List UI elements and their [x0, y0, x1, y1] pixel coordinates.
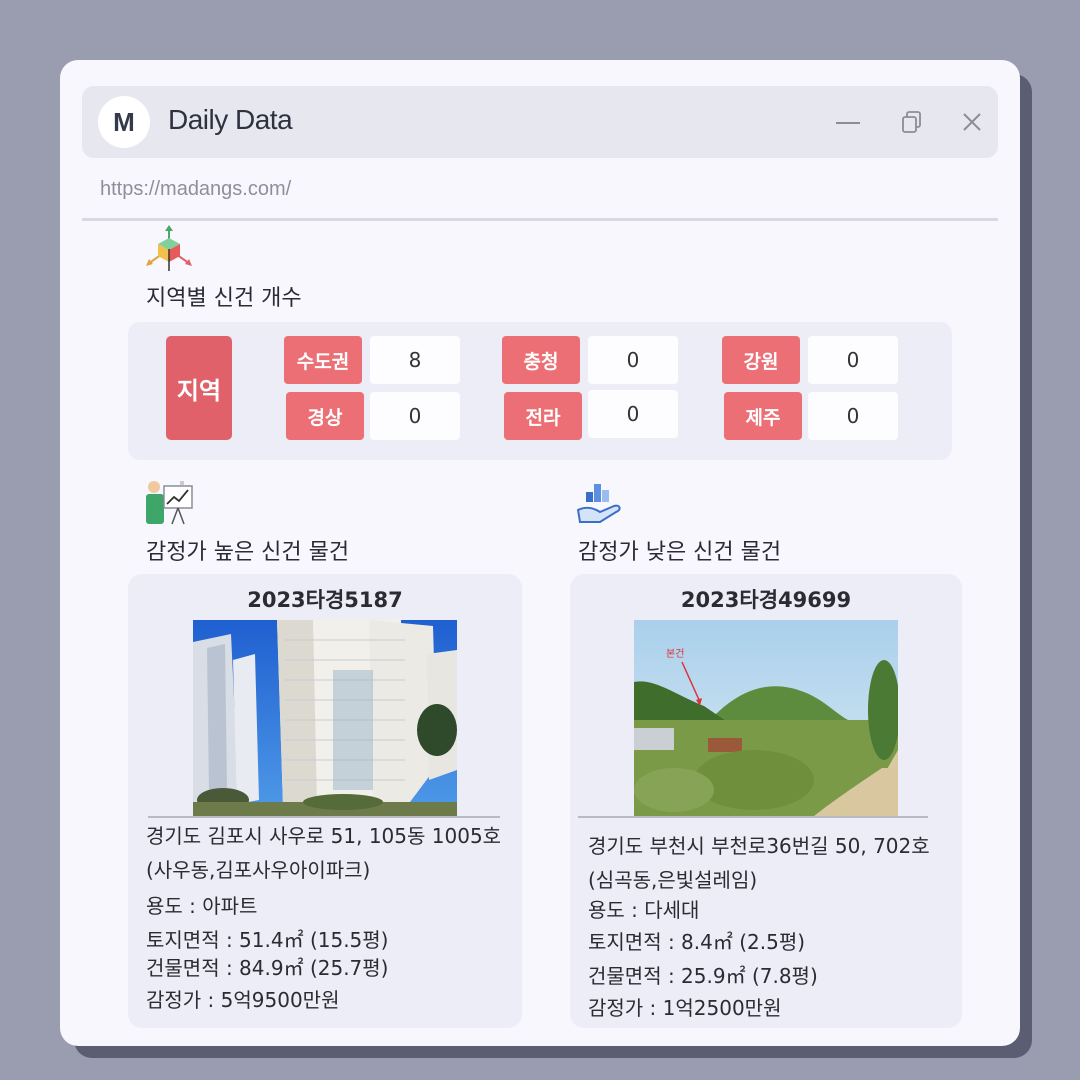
land-area-text: 토지면적 : 8.4㎡ (2.5평) [588, 930, 806, 954]
high-property-card[interactable]: 2023타경5187 경기도 김포시 사우로 51, 105동 1005호 (사… [128, 574, 522, 1028]
region-count-chungcheong: 0 [588, 336, 678, 384]
usage-text: 용도 : 아파트 [146, 894, 258, 918]
close-icon[interactable] [956, 106, 988, 138]
low-section-title: 감정가 낮은 신건 물건 [578, 540, 782, 565]
region-label-jeju[interactable]: 제주 [724, 392, 802, 440]
region-label-gyeongsang[interactable]: 경상 [286, 392, 364, 440]
region-label-gangwon[interactable]: 강원 [722, 336, 800, 384]
region-count-sudogwon: 8 [370, 336, 460, 384]
address-line1: 경기도 김포시 사우로 51, 105동 1005호 [146, 824, 502, 848]
photo-divider [578, 816, 928, 818]
copy-icon[interactable] [896, 106, 928, 138]
region-count-jeolla: 0 [588, 390, 678, 438]
region-count-gyeongsang: 0 [370, 392, 460, 440]
address-line1: 경기도 부천시 부천로36번길 50, 702호 [588, 834, 930, 858]
url-divider [82, 218, 998, 221]
region-count-jeju: 0 [808, 392, 898, 440]
avatar[interactable]: M [98, 96, 150, 148]
high-section-title: 감정가 높은 신건 물건 [146, 540, 350, 565]
usage-text: 용도 : 다세대 [588, 898, 700, 922]
title-bar: M Daily Data [82, 86, 998, 158]
app-window: M Daily Data https://madangs.com/ 지역별 신건… [60, 60, 1020, 1046]
region-panel: 지역 수도권 8 충청 0 강원 0 경상 0 전라 0 제주 0 [128, 322, 952, 460]
building-area-text: 건물면적 : 25.9㎡ (7.8평) [588, 964, 818, 988]
case-number[interactable]: 2023타경5187 [128, 584, 522, 614]
region-label-sudogwon[interactable]: 수도권 [284, 336, 362, 384]
region-section-title: 지역별 신건 개수 [146, 286, 302, 311]
land-area-text: 토지면적 : 51.4㎡ (15.5평) [146, 928, 389, 952]
region-label-jeolla[interactable]: 전라 [504, 392, 582, 440]
region-label-chungcheong[interactable]: 충청 [502, 336, 580, 384]
property-photo-apartment[interactable] [193, 620, 457, 816]
appraisal-text: 감정가 : 5억9500만원 [146, 988, 340, 1012]
photo-annotation: 본건 [666, 648, 684, 660]
region-count-gangwon: 0 [808, 336, 898, 384]
presentation-chart-icon [144, 478, 196, 534]
case-number[interactable]: 2023타경49699 [570, 584, 962, 614]
photo-divider [148, 816, 500, 818]
address-line2: (사우동,김포사우아이파크) [146, 858, 371, 882]
app-title: Daily Data [168, 104, 293, 135]
appraisal-text: 감정가 : 1억2500만원 [588, 996, 782, 1020]
address-line2: (심곡동,은빛설레임) [588, 868, 758, 892]
low-property-card[interactable]: 2023타경49699 본건 경기도 부천시 부천로36번길 50, 702호 … [570, 574, 962, 1028]
url-text[interactable]: https://madangs.com/ [100, 178, 291, 201]
cube-axes-icon [144, 224, 194, 278]
property-photo-land[interactable]: 본건 [634, 620, 898, 816]
region-main-label: 지역 [166, 336, 232, 440]
hand-bar-chart-icon [576, 480, 626, 534]
building-area-text: 건물면적 : 84.9㎡ (25.7평) [146, 956, 389, 980]
minimize-icon[interactable] [832, 106, 864, 138]
